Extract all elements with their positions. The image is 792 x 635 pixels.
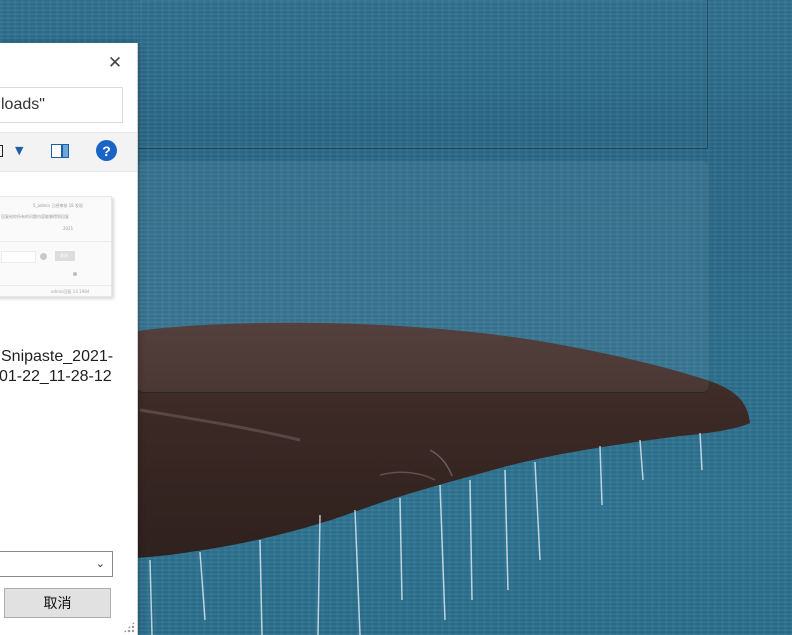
file-name-line: 01-22_11-28-12 [0, 368, 112, 385]
thumb-send-label: 发送 [60, 253, 68, 258]
resize-grip-icon[interactable] [123, 621, 135, 633]
thumb-text-line: 5_admin 已经审核 18 发现 [33, 203, 83, 208]
thumb-divider [0, 241, 111, 242]
thumb-emoji-icon [40, 253, 47, 260]
help-icon[interactable]: ? [96, 140, 117, 161]
view-dropdown-icon[interactable]: ▼ [15, 144, 23, 157]
thumb-text-line: 回复给你所有的问题内容能够得到回复 [1, 214, 69, 219]
thumb-text-line: admin回复 14 1984 [51, 289, 90, 294]
close-icon[interactable]: ✕ [103, 51, 127, 75]
translucent-overlay-panel [137, 160, 709, 392]
thumb-divider [0, 285, 111, 286]
desktop-background: ✕ loads" ▼ ? 5_admin 已经审核 18 发现 回复给你所有的问… [0, 0, 792, 635]
screenshot-selection-frame [137, 0, 708, 149]
cancel-button[interactable]: 取消 [4, 588, 111, 618]
dialog-toolbar: ▼ ? [0, 132, 137, 172]
chevron-down-icon: ⌄ [95, 557, 105, 570]
search-input[interactable]: loads" [0, 87, 123, 123]
preview-pane-icon[interactable] [51, 144, 69, 158]
thumb-text-line: 2021 [63, 226, 74, 231]
file-name-line: Snipaste_2021- [1, 348, 114, 365]
thumb-input-box [1, 251, 36, 263]
thumb-send-button: 发送 [55, 251, 75, 261]
file-open-dialog: ✕ loads" ▼ ? 5_admin 已经审核 18 发现 回复给你所有的问… [0, 43, 137, 635]
file-thumbnail[interactable]: 5_admin 已经审核 18 发现 回复给你所有的问题内容能够得到回复 202… [0, 196, 112, 297]
thumb-dot-icon [73, 272, 77, 276]
file-name[interactable]: Snipaste_2021- 01-22_11-28-12 [0, 347, 137, 427]
view-menu-icon[interactable] [0, 145, 3, 157]
file-type-select[interactable]: ⌄ [0, 551, 113, 577]
